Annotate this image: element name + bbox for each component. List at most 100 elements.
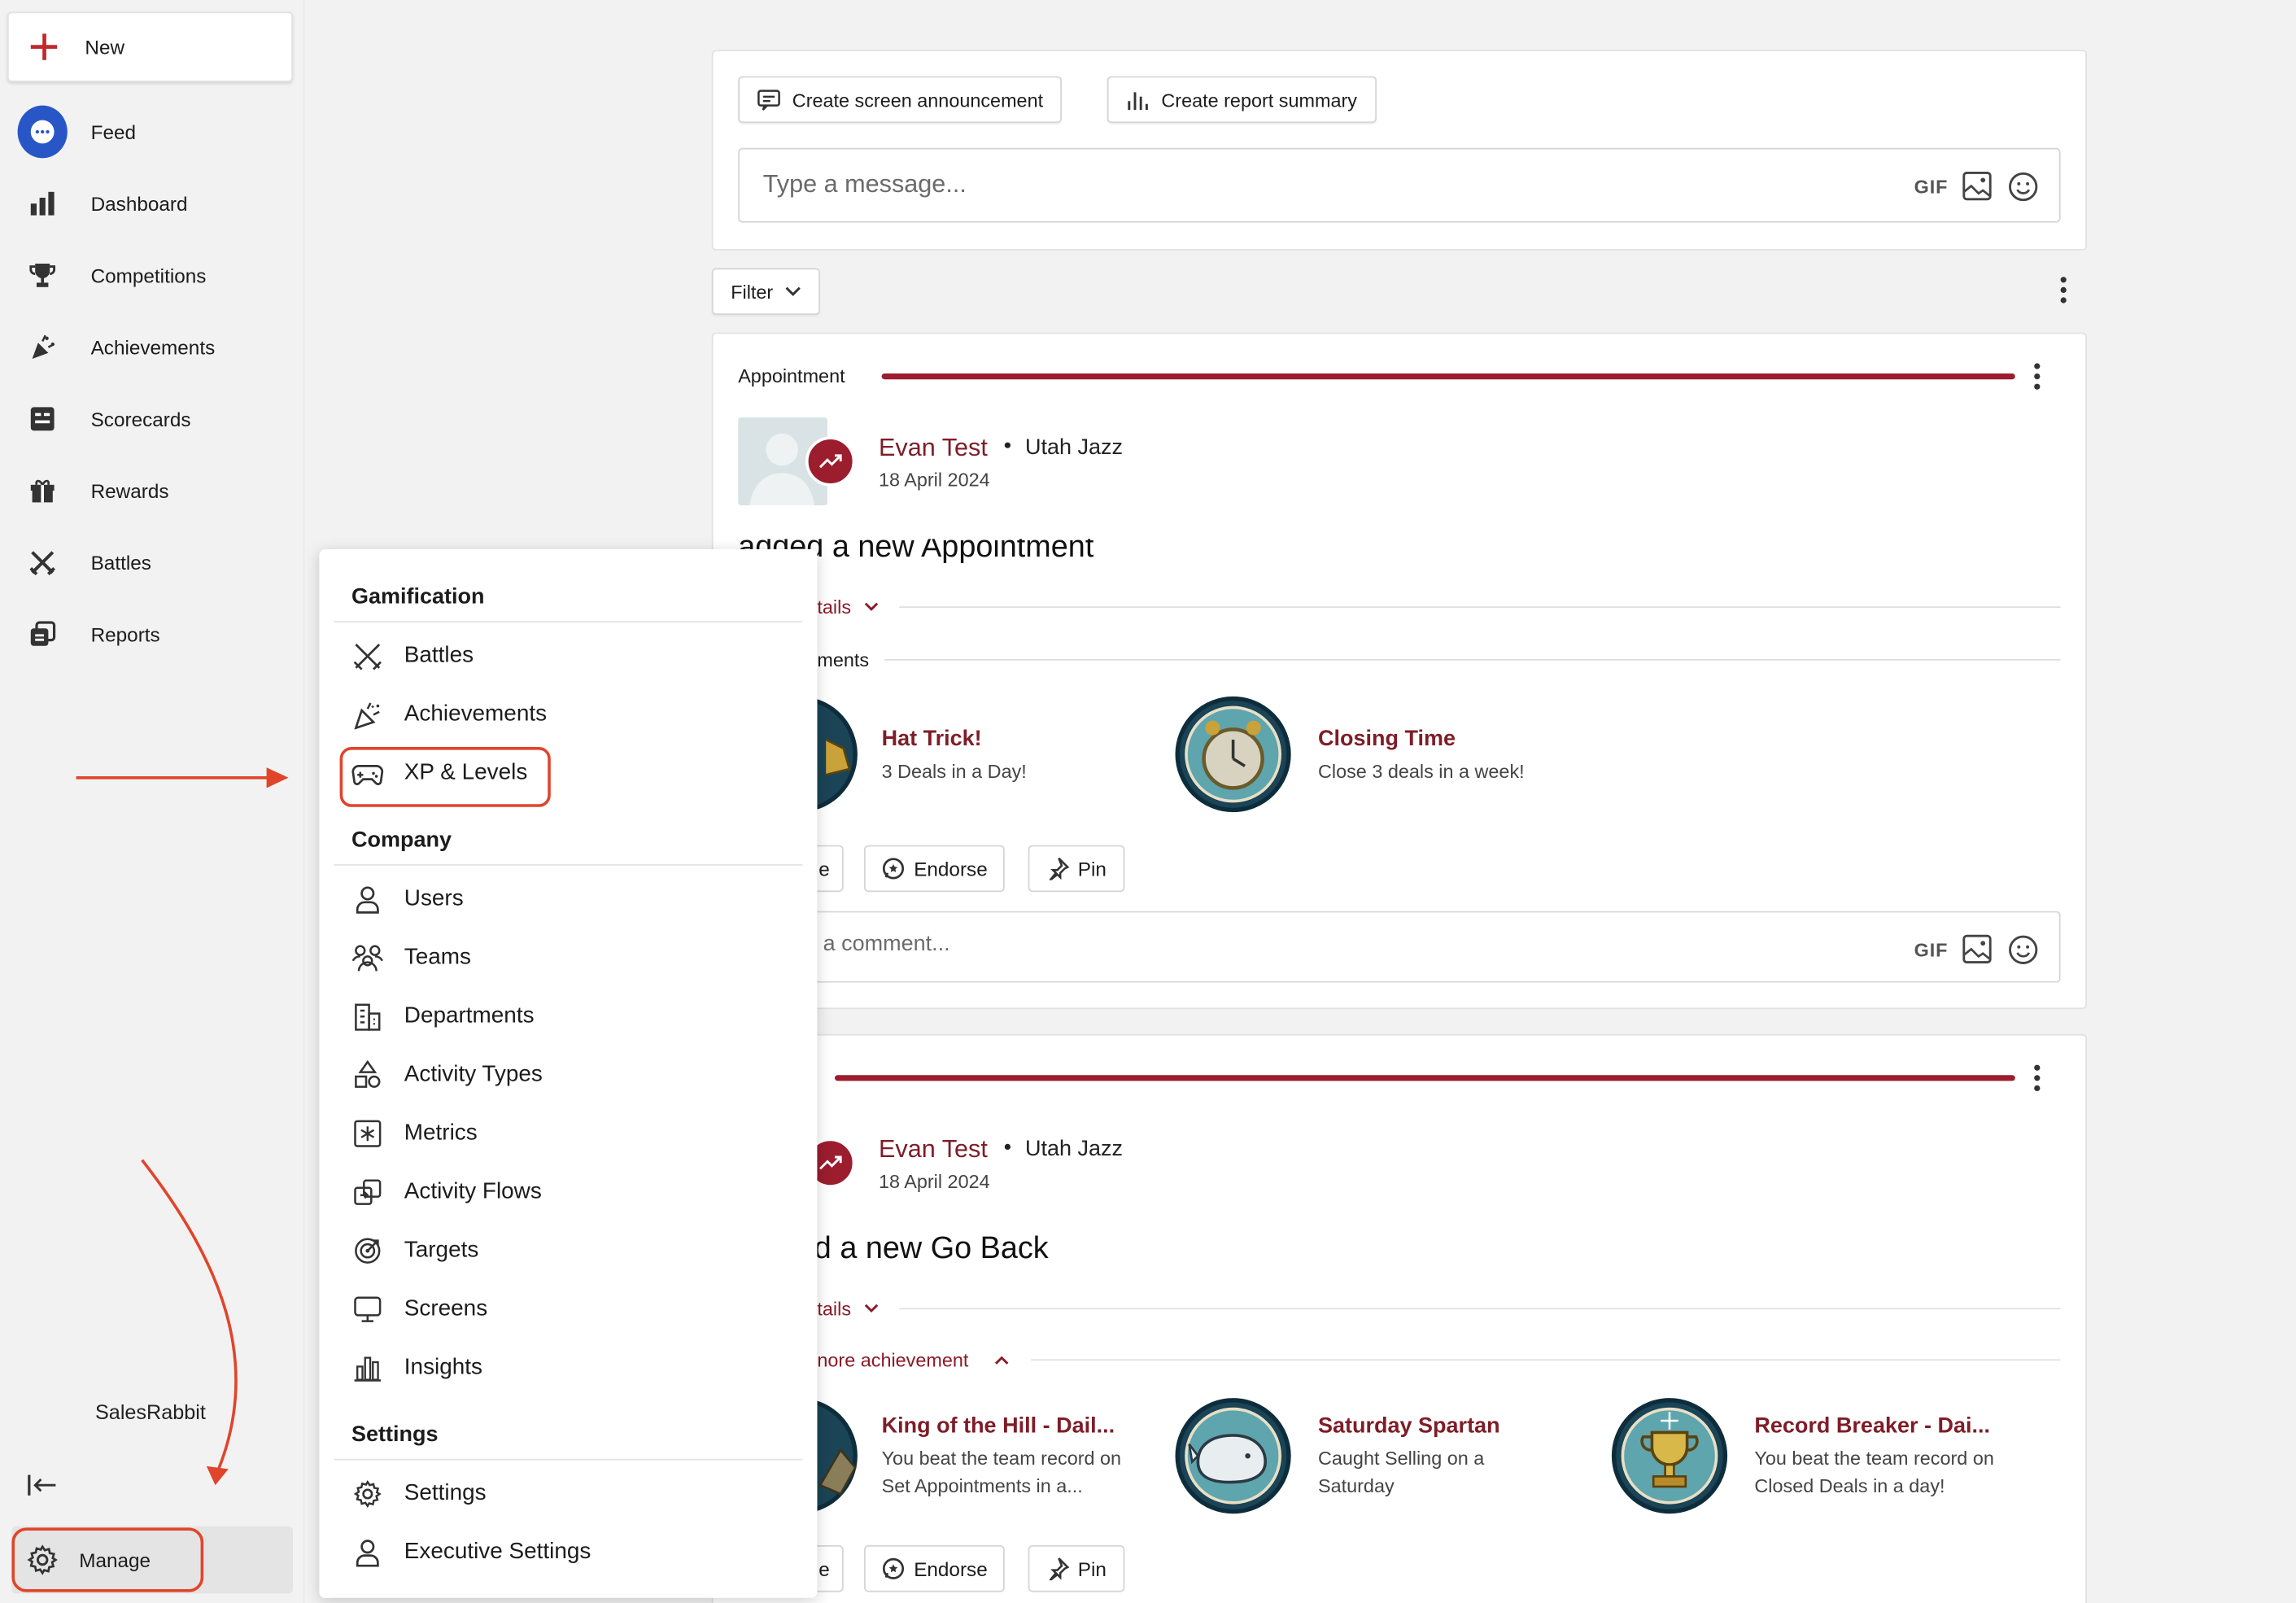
comment-placeholder: a comment... [823,931,950,957]
menu-item-label: Departments [404,1003,535,1029]
gear-icon [351,1478,384,1510]
menu-item-teams[interactable]: Teams [351,937,471,978]
image-icon[interactable] [1962,934,1992,964]
menu-item-screens[interactable]: Screens [351,1289,487,1330]
executive-user-icon [351,1536,384,1569]
menu-divider [334,621,803,622]
achievement-title: Hat Trick! [881,726,982,752]
menu-item-label: Achievements [404,701,548,727]
sidebar-item-label: Achievements [90,336,216,359]
menu-section-settings: Settings [351,1422,439,1448]
menu-item-users[interactable]: Users [351,879,464,919]
filter-dropdown[interactable]: Filter [711,268,820,315]
chevron-down-icon [864,1304,879,1314]
achievement-title: Saturday Spartan [1318,1413,1500,1439]
report-summary-label: Create report summary [1161,88,1357,111]
more-achievements-toggle[interactable]: nore achievement [817,1349,968,1371]
comment-input[interactable] [808,911,2061,983]
endorse-button[interactable]: Endorse [864,845,1006,893]
sidebar-item-achievements[interactable]: Achievements [18,321,216,373]
building-icon [351,1000,384,1033]
filter-label: Filter [731,280,774,303]
endorse-label: Endorse [914,1557,988,1580]
sidebar-item-label: Dashboard [90,192,188,215]
menu-item-departments[interactable]: Departments [351,996,535,1037]
separator-dot [1004,442,1011,448]
sidebar-item-reports[interactable]: Reports [18,608,160,661]
menu-item-targets[interactable]: Targets [351,1230,478,1271]
hat-trick-badge-icon [817,696,858,813]
whale-badge-icon [1175,1397,1292,1514]
sidebar-item-scorecards[interactable]: Scorecards [18,392,191,445]
plus-icon [29,33,59,62]
achievement-desc: You beat the team record on Set Appointm… [881,1447,1122,1497]
like-label: e [818,857,830,880]
menu-section-gamification: Gamification [351,584,485,609]
image-icon[interactable] [1962,171,1992,201]
emoji-icon[interactable] [2008,172,2039,203]
section-divider [899,1308,2061,1310]
sidebar-item-feed[interactable]: Feed [17,105,136,159]
create-report-summary-button[interactable]: Create report summary [1107,76,1377,124]
flows-icon [351,1176,384,1208]
new-button[interactable]: New [7,11,293,82]
pin-icon [1045,857,1069,880]
achievement-desc: Caught Selling on a Saturday [1318,1447,1485,1497]
feed-more-options-icon[interactable] [2060,277,2067,304]
achievement-title: King of the Hill - Dail... [881,1413,1115,1439]
achievement-title: Record Breaker - Dai... [1754,1413,1991,1439]
create-screen-announcement-button[interactable]: Create screen announcement [738,76,1063,124]
pin-button[interactable]: Pin [1028,1545,1124,1592]
menu-item-label: Executive Settings [404,1539,591,1565]
separator-dot [1004,1143,1011,1150]
menu-item-metrics[interactable]: Metrics [351,1113,478,1154]
menu-item-label: Settings [404,1480,487,1506]
menu-divider [334,864,803,866]
menu-item-insights[interactable]: Insights [351,1347,482,1388]
menu-item-activity-types[interactable]: Activity Types [351,1055,543,1095]
sidebar-item-battles[interactable]: Battles [18,536,151,589]
emoji-icon[interactable] [2008,934,2039,965]
crossed-swords-icon [18,538,68,587]
menu-item-battles[interactable]: Battles [351,636,474,676]
section-divider [899,606,2061,608]
endorse-button[interactable]: Endorse [864,1545,1006,1592]
menu-item-settings[interactable]: Settings [351,1474,487,1514]
menu-item-label: Metrics [404,1120,478,1146]
feed-icon [17,105,68,159]
details-toggle[interactable]: tails [817,596,851,618]
like-label: e [818,1557,830,1580]
author-name[interactable]: Evan Test [879,1135,988,1164]
trend-up-icon [805,436,856,487]
annotation-highlight-ring [339,747,551,807]
chevron-down-icon [785,286,801,297]
menu-section-company: Company [351,828,452,853]
sidebar-item-dashboard[interactable]: Dashboard [18,177,188,230]
collapse-sidebar-icon[interactable] [26,1472,59,1498]
sidebar-item-rewards[interactable]: Rewards [18,465,169,518]
endorse-icon [882,857,906,880]
message-placeholder: Type a message... [762,169,967,198]
gif-button[interactable]: GIF [1914,176,1949,198]
reports-icon [18,609,68,659]
author-name[interactable]: Evan Test [879,434,988,463]
post-more-options-icon[interactable] [2034,1064,2041,1091]
brand-name: SalesRabbit [95,1400,206,1424]
pin-button[interactable]: Pin [1028,845,1124,893]
menu-item-label: Battles [404,643,474,668]
report-bars-icon [1126,88,1150,111]
achievement-title: Closing Time [1318,726,1456,752]
details-toggle[interactable]: tails [817,1298,851,1320]
sidebar-item-competitions[interactable]: Competitions [18,249,207,302]
sidebar-item-label: Competitions [90,264,207,286]
target-icon [351,1234,384,1267]
menu-item-activity-flows[interactable]: Activity Flows [351,1172,542,1212]
post-divider-line [881,373,2015,380]
post-more-options-icon[interactable] [2034,363,2041,390]
pin-label: Pin [1077,857,1107,880]
menu-item-achievements[interactable]: Achievements [351,694,547,735]
gif-button[interactable]: GIF [1914,939,1949,961]
menu-item-executive-settings[interactable]: Executive Settings [351,1532,591,1573]
chevron-down-icon [864,602,879,613]
bar-chart-icon [18,179,68,229]
